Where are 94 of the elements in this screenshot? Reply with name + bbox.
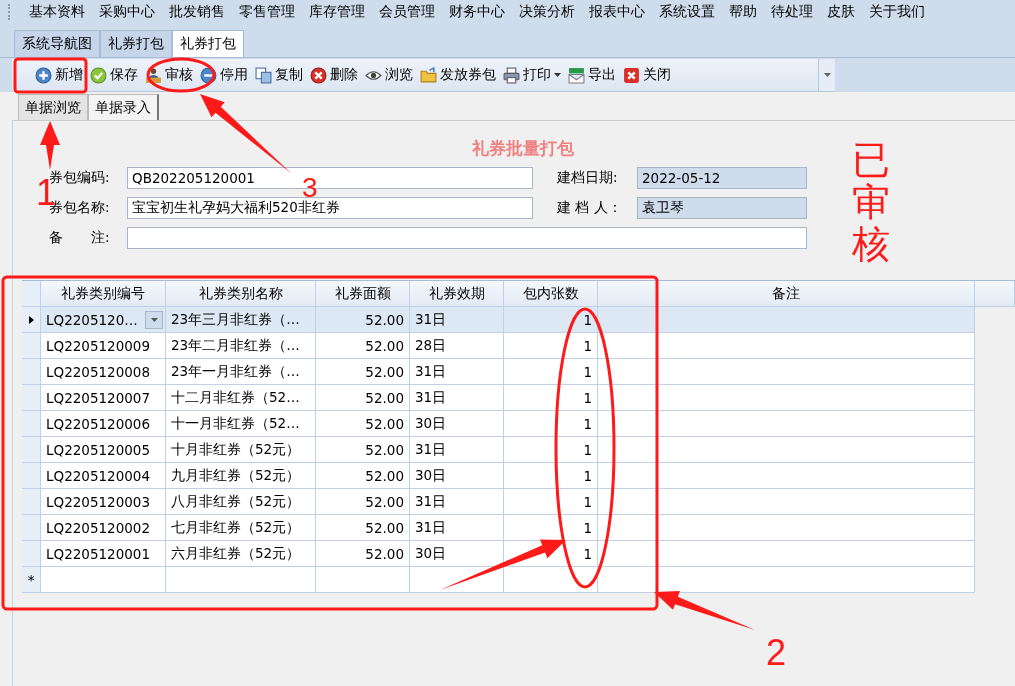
menu-item[interactable]: 报表中心: [582, 3, 652, 21]
table-cell: 八月非红券（52元）: [166, 489, 316, 515]
table-cell: 52.00: [316, 437, 410, 463]
table-cell: 31日: [410, 359, 504, 385]
table-cell: 52.00: [316, 541, 410, 567]
table-cell: LQ2205120008: [41, 359, 166, 385]
tab[interactable]: 礼券打包: [172, 30, 244, 57]
table-cell: 23年三月非红券（…: [166, 307, 316, 333]
table-cell: 1: [504, 437, 598, 463]
table-cell: 52.00: [316, 307, 410, 333]
table-cell: LQ2205120001: [41, 541, 166, 567]
table-cell: 1: [504, 515, 598, 541]
table-cell: 30日: [410, 463, 504, 489]
column-header[interactable]: 礼券效期: [410, 281, 504, 307]
table-cell: LQ2205120002: [41, 515, 166, 541]
menu-item[interactable]: 待处理: [764, 3, 820, 21]
menu-item[interactable]: 基本资料: [22, 3, 92, 21]
new-row-marker: *: [22, 567, 41, 593]
table-cell: 31日: [410, 437, 504, 463]
menu-item[interactable]: 关于我们: [862, 3, 932, 21]
field-label: 备 注:: [49, 229, 111, 247]
table-cell: 31日: [410, 307, 504, 333]
toolbar-button[interactable]: 关闭: [620, 62, 675, 88]
table-cell: 1: [504, 359, 598, 385]
toolbar-button[interactable]: 发放券包: [417, 62, 500, 88]
menu-item[interactable]: 系统设置: [652, 3, 722, 21]
table-cell: 1: [504, 385, 598, 411]
toolbar-button[interactable]: 保存: [87, 62, 142, 88]
table-cell: 31日: [410, 385, 504, 411]
field-label: 建 档 人：: [557, 199, 623, 217]
toolbar-button[interactable]: 停用: [197, 62, 252, 88]
menu-item[interactable]: 会员管理: [372, 3, 442, 21]
table-cell: LQ2205120006: [41, 411, 166, 437]
table-cell: 23年二月非红券（…: [166, 333, 316, 359]
table-cell: 31日: [410, 489, 504, 515]
menu-item[interactable]: 零售管理: [232, 3, 302, 21]
table-cell: 九月非红券（52元）: [166, 463, 316, 489]
toolbar-button[interactable]: 新增: [32, 62, 87, 88]
table-cell: 28日: [410, 333, 504, 359]
tab[interactable]: 系统导航图: [14, 30, 100, 57]
toolbar-button[interactable]: 复制: [252, 62, 307, 88]
table-cell: 52.00: [316, 463, 410, 489]
table-cell: 30日: [410, 411, 504, 437]
table-cell: 1: [504, 463, 598, 489]
input-field[interactable]: 2022-05-12: [637, 167, 807, 189]
table-cell: 七月非红券（52元）: [166, 515, 316, 541]
table-cell: 六月非红券（52元）: [166, 541, 316, 567]
table-cell: LQ2205120004: [41, 463, 166, 489]
table-cell: 十二月非红券（52…: [166, 385, 316, 411]
table-cell: LQ2205120009: [41, 333, 166, 359]
toolbar-button[interactable]: 导出: [565, 62, 620, 88]
table-cell: 1: [504, 307, 598, 333]
table-cell: 52.00: [316, 411, 410, 437]
tab[interactable]: 单据录入: [88, 94, 159, 120]
table-cell: 52.00: [316, 515, 410, 541]
table-cell: 52.00: [316, 489, 410, 515]
column-header[interactable]: 包内张数: [504, 281, 598, 307]
table-cell: 1: [504, 411, 598, 437]
toolbar-button[interactable]: 打印: [500, 62, 565, 88]
menu-item[interactable]: 皮肤: [820, 3, 862, 21]
table-cell: 1: [504, 489, 598, 515]
table-cell: 30日: [410, 541, 504, 567]
annotation-text: 已审核: [852, 140, 890, 266]
menu-item[interactable]: 帮助: [722, 3, 764, 21]
table-cell: 52.00: [316, 359, 410, 385]
annotation-number: 2: [766, 632, 787, 673]
column-header[interactable]: 礼券类别名称: [166, 281, 316, 307]
form-title: 礼券批量打包: [472, 137, 574, 159]
toolbar-button[interactable]: 浏览: [362, 62, 417, 88]
table-cell: LQ2205120007: [41, 385, 166, 411]
menu-item[interactable]: 库存管理: [302, 3, 372, 21]
table-cell: 十一月非红券（52…: [166, 411, 316, 437]
menu-item[interactable]: 决策分析: [512, 3, 582, 21]
table-cell: LQ2205120005: [41, 437, 166, 463]
menu-item[interactable]: 采购中心: [92, 3, 162, 21]
field-label: 建档日期:: [557, 169, 619, 187]
table-cell: LQ2205120…: [41, 307, 166, 333]
input-field[interactable]: 袁卫琴: [637, 197, 807, 219]
column-header[interactable]: 礼券面额: [316, 281, 410, 307]
menu-item[interactable]: 财务中心: [442, 3, 512, 21]
table-cell: 1: [504, 333, 598, 359]
table-cell: 52.00: [316, 385, 410, 411]
column-header[interactable]: 礼券类别编号: [41, 281, 166, 307]
table-cell: 31日: [410, 515, 504, 541]
tab[interactable]: 礼券打包: [100, 30, 172, 57]
toolbar-button[interactable]: 删除: [307, 62, 362, 88]
column-header[interactable]: 备注: [598, 281, 975, 307]
table-cell: LQ2205120003: [41, 489, 166, 515]
table-cell: 23年一月非红券（…: [166, 359, 316, 385]
menu-item[interactable]: 批发销售: [162, 3, 232, 21]
toolbar-button[interactable]: 审核: [142, 62, 197, 88]
table-cell: 十月非红券（52元）: [166, 437, 316, 463]
table-cell: 52.00: [316, 333, 410, 359]
tab[interactable]: 单据浏览: [18, 94, 88, 120]
